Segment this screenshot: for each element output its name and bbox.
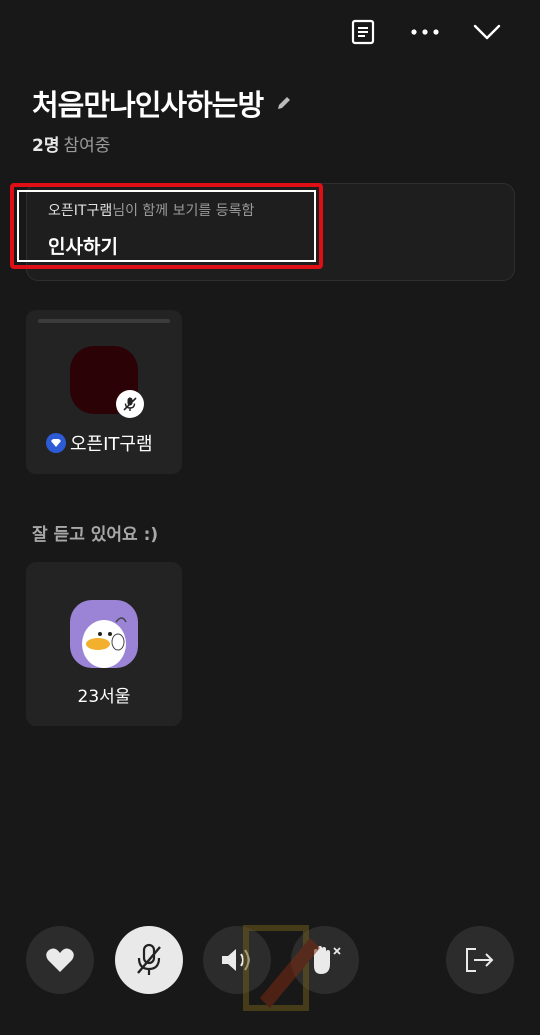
speaker-card[interactable]: 오픈IT구램: [26, 310, 182, 474]
room-title: 처음만나인사하는방: [32, 88, 264, 122]
room-title-row: 처음만나인사하는방: [32, 82, 293, 124]
chevron-down-icon: [473, 24, 501, 40]
listener-name: 23서울: [77, 687, 131, 707]
participant-count: 2명 참여중: [32, 131, 110, 156]
mic-off-icon: [137, 943, 161, 975]
listening-label: 잘 듣고 있어요 :): [32, 525, 159, 545]
speaker-button[interactable]: [203, 926, 271, 994]
participant-suffix: 참여중: [63, 136, 111, 156]
host-badge-icon: [46, 433, 66, 453]
raise-hand-button[interactable]: [291, 926, 359, 994]
speaker-volume-bar: [38, 319, 170, 323]
speaker-name-row: 오픈IT구램: [46, 430, 153, 456]
registrant-name: 오픈IT구램: [48, 203, 113, 219]
heart-icon: [46, 948, 74, 972]
edit-title-button[interactable]: [275, 94, 293, 112]
listener-card[interactable]: 23서울: [26, 562, 182, 726]
raise-hand-icon: [314, 946, 341, 974]
more-button[interactable]: [394, 14, 456, 50]
exit-button[interactable]: [446, 926, 514, 994]
watch-together-registrant: 오픈IT구램님이 함께 보기를 등록함: [48, 200, 254, 220]
avatar: [70, 600, 138, 668]
mic-off-icon: [123, 397, 137, 411]
notice-icon: [351, 19, 375, 45]
collapse-button[interactable]: [456, 14, 518, 50]
registered-text: 님이 함께 보기를 등록함: [112, 203, 255, 219]
top-bar: [332, 14, 518, 50]
notice-button[interactable]: [332, 14, 394, 50]
mic-toggle-button[interactable]: [115, 926, 183, 994]
mute-badge: [116, 390, 144, 418]
duck-character-icon: [82, 617, 127, 668]
like-button[interactable]: [26, 926, 94, 994]
speaker-name: 오픈IT구램: [70, 434, 153, 455]
more-icon: [411, 29, 439, 35]
pencil-icon: [278, 97, 291, 109]
speaker-icon: [222, 949, 250, 971]
participant-number: 2명: [32, 136, 60, 156]
watch-together-title: 인사하기: [48, 236, 118, 258]
exit-icon: [466, 948, 494, 972]
control-bar: [0, 926, 540, 996]
